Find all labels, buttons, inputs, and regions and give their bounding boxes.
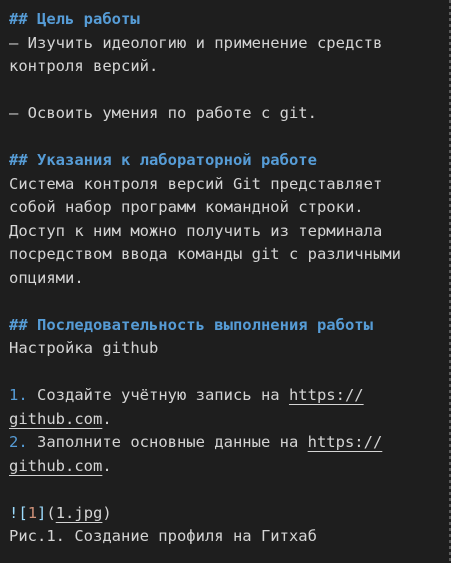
list-number: 1. — [9, 386, 28, 404]
markdown-editor[interactable]: ## Цель работы — Изучить идеологию и при… — [0, 0, 451, 563]
list-number: 2. — [9, 433, 28, 451]
image-url-link[interactable]: 1.jpg — [56, 504, 103, 522]
text-line: Доступ к ним можно получить из терминала — [9, 221, 383, 240]
url-link[interactable]: github.com — [9, 410, 102, 428]
punctuation: . — [102, 409, 112, 428]
list-item-continuation: github.com. — [9, 408, 451, 432]
heading-instructions: ## Указания к лабораторной работе — [9, 151, 317, 169]
text-line: — Освоить умения по работе с git. — [9, 104, 317, 122]
caption-line: Рис.1. Создание профиля на Гитхаб — [9, 527, 317, 545]
text-line: собой набор программ командной строки. — [9, 198, 364, 216]
list-item: 1. Создайте учётную запись на https:// — [9, 384, 451, 408]
list-item-continuation: github.com. — [9, 455, 451, 479]
image-close-paren: ) — [102, 503, 112, 522]
url-link[interactable]: https:// — [289, 386, 364, 404]
list-item: 2. Заполните основные данные на https:// — [9, 431, 451, 455]
image-open-bracket: [ — [18, 503, 28, 522]
text-line: контроля версий. — [9, 57, 159, 75]
heading-sequence: ## Последовательность выполнения работы — [9, 315, 373, 334]
image-alt: 1 — [27, 503, 38, 522]
image-open-paren: ( — [46, 503, 56, 522]
image-close-bracket: ] — [37, 503, 47, 522]
url-link[interactable]: github.com — [9, 457, 102, 475]
text-line: — Изучить идеологию и применение средств — [9, 33, 383, 52]
text-line: опциями. — [9, 268, 84, 287]
punctuation: . — [102, 456, 112, 475]
list-text: Заполните основные данные на — [27, 433, 308, 451]
text-line: Система контроля версий Git представляет — [9, 174, 383, 193]
list-text: Создайте учётную запись на — [27, 386, 289, 404]
image-bang: ! — [9, 503, 19, 522]
heading-goal: ## Цель работы — [9, 10, 140, 28]
url-link[interactable]: https:// — [308, 433, 383, 451]
vertical-scrollbar[interactable] — [447, 0, 451, 563]
text-line: посредством ввода команды git с различны… — [9, 245, 401, 263]
text-line: Настройка github — [9, 339, 159, 357]
image-markdown: ![1](1.jpg) — [9, 502, 451, 526]
